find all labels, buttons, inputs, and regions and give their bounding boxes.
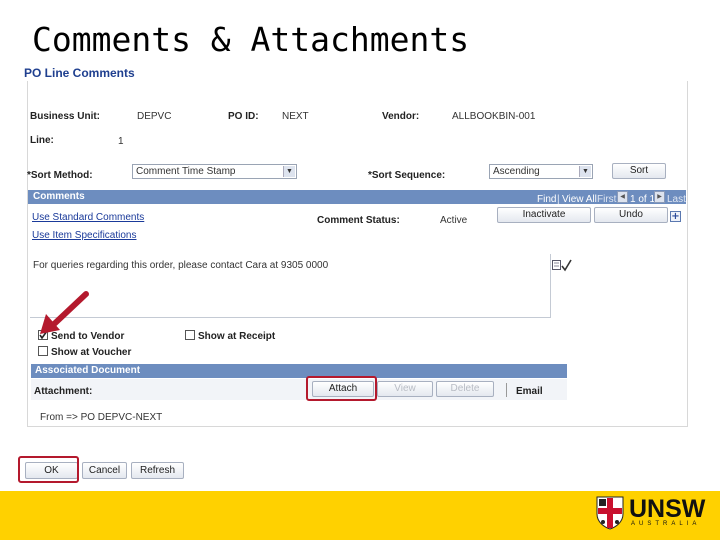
cancel-button[interactable]: Cancel [82,462,127,479]
sort-method-select[interactable]: Comment Time Stamp ▼ [132,164,297,179]
sort-sequence-label: *Sort Sequence: [368,170,446,181]
previous-arrow-icon[interactable]: ◀ [617,191,628,203]
add-row-icon[interactable]: + [670,211,681,222]
refresh-button[interactable]: Refresh [131,462,184,479]
nav-last-link[interactable]: Last [667,193,686,207]
vendor-value: ALLBOOKBIN-001 [452,111,536,122]
attach-highlight [306,376,377,401]
po-id-label: PO ID: [228,111,259,122]
chevron-down-icon: ▼ [579,166,591,177]
po-id-value: NEXT [282,111,309,122]
spell-check-icon[interactable] [552,257,572,272]
associated-document-title: Associated Document [35,365,141,376]
business-unit-value: DEPVC [137,111,172,122]
ok-highlight [18,456,79,483]
use-item-specifications-link[interactable]: Use Item Specifications [32,230,137,241]
nav-find-link[interactable]: Find [537,193,556,207]
logo-subtext: AUSTRALIA [631,521,701,527]
nav-position: 1 of 1 [630,194,656,205]
vendor-label: Vendor: [382,111,420,122]
show-at-voucher-label: Show at Voucher [51,347,132,358]
comment-status-label: Comment Status: [317,215,400,226]
sort-button[interactable]: Sort [612,163,666,179]
from-text: From => PO DEPVC-NEXT [40,412,163,423]
comments-title: Comments [33,191,85,202]
unsw-crest-icon [596,496,624,530]
show-at-receipt-label: Show at Receipt [198,331,276,342]
divider [506,383,507,397]
comment-status-value: Active [440,215,468,226]
show-at-receipt-checkbox[interactable] [185,330,195,340]
undo-button[interactable]: Undo [594,207,668,223]
slide-title: Comments & Attachments [32,20,470,59]
comment-textarea[interactable]: For queries regarding this order, please… [30,254,551,318]
email-label: Email [516,386,543,397]
inactivate-button[interactable]: Inactivate [497,207,591,223]
show-at-voucher-checkbox[interactable] [38,346,48,356]
logo-text: UNSW [629,495,706,523]
attachment-label: Attachment: [34,386,93,397]
nav-separator: | [557,194,560,205]
sort-method-value: Comment Time Stamp [136,166,236,177]
annotation-arrow [38,290,90,336]
page-heading: PO Line Comments [24,66,135,80]
sort-sequence-value: Ascending [493,166,540,177]
view-button[interactable]: View [377,381,433,397]
line-label: Line: [30,135,54,146]
comment-text: For queries regarding this order, please… [33,260,329,271]
sort-method-label: *Sort Method: [27,170,93,181]
use-standard-comments-link[interactable]: Use Standard Comments [32,212,144,223]
business-unit-label: Business Unit: [30,111,101,122]
nav-view-all-link[interactable]: View All [562,193,597,207]
chevron-down-icon: ▼ [283,166,295,177]
sort-sequence-select[interactable]: Ascending ▼ [489,164,593,179]
next-arrow-icon[interactable]: ▶ [654,191,665,203]
line-value: 1 [118,136,124,147]
nav-first-link[interactable]: First [597,193,616,207]
delete-button[interactable]: Delete [436,381,494,397]
